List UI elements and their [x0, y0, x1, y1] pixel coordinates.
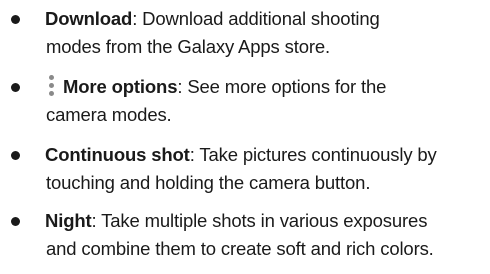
bullet-icon: [11, 217, 20, 226]
list-item-line-1: Night: Take multiple shots in various ex…: [45, 208, 427, 234]
term-continuous-shot: Continuous shot: [45, 144, 190, 165]
list-item-line-1: More options: See more options for the: [45, 74, 386, 100]
list-item-line-1: Download: Download additional shooting: [45, 6, 380, 32]
bullet-icon: [11, 83, 20, 92]
list-item-line-2: touching and holding the camera button.: [46, 172, 371, 193]
bullet-icon: [11, 15, 20, 24]
list-item-line-2: and combine them to create soft and rich…: [46, 238, 434, 259]
term-more-options: More options: [63, 76, 178, 97]
description-text: : See more options for the: [177, 76, 387, 97]
bullet-icon: [11, 151, 20, 160]
description-text: : Take multiple shots in various exposur…: [91, 210, 428, 231]
list-item-line-2: modes from the Galaxy Apps store.: [46, 36, 330, 57]
term-night: Night: [45, 210, 92, 231]
more-options-vertical-dots-icon: [49, 75, 54, 97]
term-download: Download: [45, 8, 133, 29]
description-text: : Take pictures continuously by: [189, 144, 437, 165]
list-item-line-1: Continuous shot: Take pictures continuou…: [45, 142, 437, 168]
list-item-line-2: camera modes.: [46, 104, 172, 125]
description-text: : Download additional shooting: [132, 8, 380, 29]
